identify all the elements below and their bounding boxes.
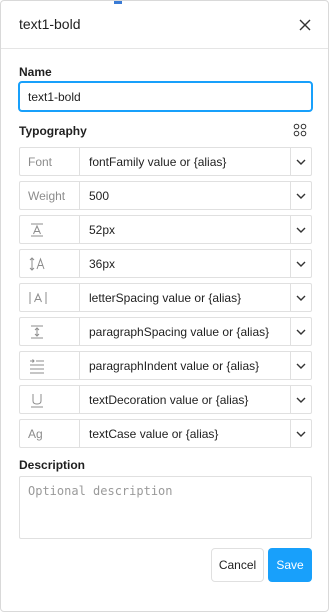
name-input[interactable] (18, 81, 313, 112)
text-case-icon: Ag (20, 420, 80, 447)
letter-spacing-value[interactable]: letterSpacing value or {alias} (80, 284, 290, 311)
font-weight-row[interactable]: Weight 500 (19, 181, 312, 210)
chevron-down-icon[interactable] (290, 148, 311, 175)
text-decoration-row[interactable]: textDecoration value or {alias} (19, 385, 312, 414)
paragraph-indent-row[interactable]: paragraphIndent value or {alias} (19, 351, 312, 380)
font-family-label: Font (20, 148, 80, 175)
line-height-value[interactable]: 36px (80, 250, 290, 277)
text-case-value[interactable]: textCase value or {alias} (80, 420, 290, 447)
text-decoration-value[interactable]: textDecoration value or {alias} (80, 386, 290, 413)
paragraph-spacing-row[interactable]: paragraphSpacing value or {alias} (19, 317, 312, 346)
token-grid-icon[interactable] (293, 123, 307, 137)
font-weight-label: Weight (20, 182, 80, 209)
paragraph-indent-value[interactable]: paragraphIndent value or {alias} (80, 352, 290, 379)
chevron-down-icon[interactable] (290, 250, 311, 277)
dialog-title: text1-bold (19, 16, 81, 32)
chevron-down-icon[interactable] (290, 182, 311, 209)
save-button[interactable]: Save (268, 548, 312, 582)
letter-spacing-row[interactable]: letterSpacing value or {alias} (19, 283, 312, 312)
font-size-value[interactable]: 52px (80, 216, 290, 243)
chevron-down-icon[interactable] (290, 420, 311, 447)
font-family-value[interactable]: fontFamily value or {alias} (80, 148, 290, 175)
dialog-header: text1-bold (1, 1, 328, 49)
line-height-row[interactable]: 36px (19, 249, 312, 278)
typography-label: Typography (19, 124, 87, 138)
font-family-row[interactable]: Font fontFamily value or {alias} (19, 147, 312, 176)
edit-token-dialog: text1-bold Name Typography Font fontFami… (0, 0, 329, 612)
description-textarea[interactable] (19, 476, 312, 539)
paragraph-spacing-value[interactable]: paragraphSpacing value or {alias} (80, 318, 290, 345)
description-label: Description (19, 458, 86, 472)
close-icon[interactable] (296, 16, 314, 34)
font-size-row[interactable]: 52px (19, 215, 312, 244)
chevron-down-icon[interactable] (290, 216, 311, 243)
text-decoration-icon (20, 386, 80, 413)
chevron-down-icon[interactable] (290, 318, 311, 345)
chevron-down-icon[interactable] (290, 386, 311, 413)
cancel-button[interactable]: Cancel (211, 548, 264, 582)
paragraph-spacing-icon (20, 318, 80, 345)
text-case-row[interactable]: Ag textCase value or {alias} (19, 419, 312, 448)
paragraph-indent-icon (20, 352, 80, 379)
chevron-down-icon[interactable] (290, 352, 311, 379)
font-weight-value[interactable]: 500 (80, 182, 290, 209)
font-size-icon (20, 216, 80, 243)
line-height-icon (20, 250, 80, 277)
chevron-down-icon[interactable] (290, 284, 311, 311)
name-label: Name (19, 65, 52, 79)
letter-spacing-icon (20, 284, 80, 311)
